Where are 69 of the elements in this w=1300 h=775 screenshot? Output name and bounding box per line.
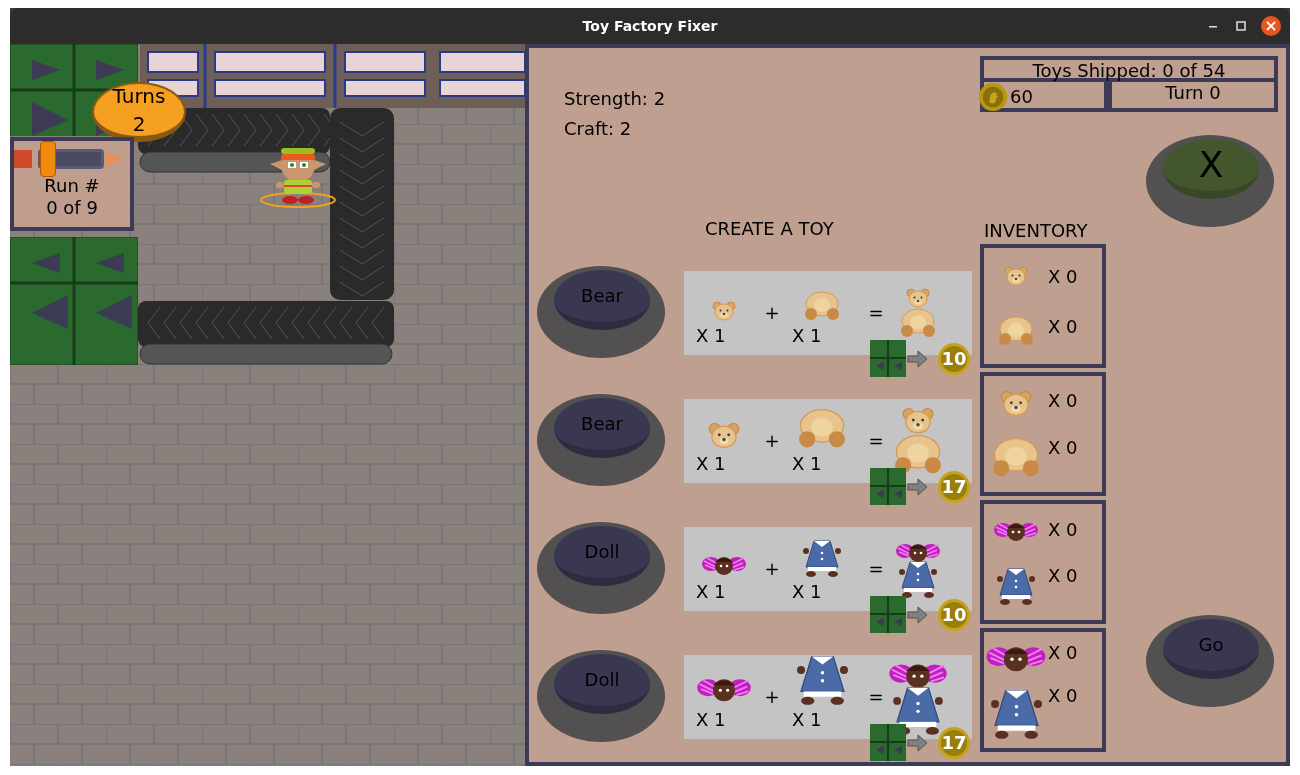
quantity-label: X 1 <box>696 709 726 731</box>
bear-head-icon <box>708 422 740 449</box>
quantity-label: X 1 <box>792 581 822 603</box>
close-game-button[interactable]: X <box>1146 135 1274 227</box>
quantity-label: X 1 <box>792 709 822 731</box>
window-title: Toy Factory Fixer <box>582 17 718 36</box>
arrow-icon <box>906 733 928 752</box>
crate-icon <box>870 468 906 505</box>
teddy-bear-icon <box>898 288 938 338</box>
quantity-label: X 1 <box>696 325 726 347</box>
make-toy-button[interactable]: Bear <box>537 266 665 358</box>
close-icon[interactable] <box>1260 15 1282 37</box>
make-toy-button[interactable]: Bear <box>537 394 665 486</box>
doll-dress-icon <box>800 537 844 577</box>
bear-head-icon <box>712 301 736 321</box>
plus-sign: + <box>764 557 780 581</box>
count-label: X 0 <box>1048 266 1078 288</box>
bear-head-icon <box>1000 390 1032 417</box>
make-toy-button[interactable]: Doll <box>537 650 665 742</box>
arrow-icon <box>906 605 928 624</box>
turn-label: Turn 0 <box>1164 82 1222 105</box>
stat-label: Strength: 2 <box>564 87 667 111</box>
reward-coin: 10 <box>938 342 970 375</box>
make-toy-button[interactable]: Doll <box>537 522 665 614</box>
arrow-icon <box>906 349 928 368</box>
equals-sign: = <box>868 301 884 325</box>
doll-dress-icon <box>994 565 1038 605</box>
crate-icon <box>870 340 906 377</box>
reward-coin: 17 <box>938 726 970 759</box>
stat-label: Craft: 2 <box>564 117 633 141</box>
count-label: X 0 <box>1048 437 1078 459</box>
coin-icon <box>978 82 1008 112</box>
stop-icon <box>14 150 32 168</box>
run-label: Run # <box>44 175 100 197</box>
run-count: 0 of 9 <box>46 197 98 219</box>
section-heading: INVENTORY <box>983 219 1089 243</box>
turns-count: 2 <box>132 111 146 138</box>
slider-thumb[interactable] <box>39 141 56 177</box>
count-label: X 0 <box>1048 684 1078 707</box>
go-button[interactable]: Go <box>1146 615 1274 707</box>
coin-count: 60 <box>1010 86 1033 108</box>
section-heading: CREATE A TOY <box>705 217 835 241</box>
crate-icon <box>870 724 906 761</box>
bear-head-icon <box>1004 266 1028 286</box>
count-label: X 0 <box>1048 316 1078 338</box>
plus-sign: + <box>764 685 780 709</box>
plus-sign: + <box>764 429 780 453</box>
equals-sign: = <box>868 429 884 453</box>
count-label: X 0 <box>1048 641 1078 664</box>
quantity-label: X 1 <box>792 453 822 475</box>
play-icon <box>104 149 124 169</box>
bear-body-icon <box>996 316 1036 346</box>
crate-icon <box>870 596 906 633</box>
arrow-icon <box>906 477 928 496</box>
equals-sign: = <box>868 557 884 581</box>
plus-sign: + <box>764 301 780 325</box>
bear-body-icon <box>802 291 842 321</box>
toys-shipped-label: Toys Shipped: 0 of 54 <box>984 60 1274 82</box>
count-label: X 0 <box>1048 519 1078 541</box>
equals-sign: = <box>868 685 884 709</box>
quantity-label: X 1 <box>696 581 726 603</box>
reward-coin: 17 <box>938 470 970 503</box>
reward-coin: 10 <box>938 598 970 631</box>
count-label: X 0 <box>1048 565 1078 587</box>
quantity-label: X 1 <box>696 453 726 475</box>
quantity-label: X 1 <box>792 325 822 347</box>
run-slider[interactable] <box>38 141 104 177</box>
turns-label: Turns <box>112 83 166 110</box>
count-label: X 0 <box>1048 390 1078 412</box>
